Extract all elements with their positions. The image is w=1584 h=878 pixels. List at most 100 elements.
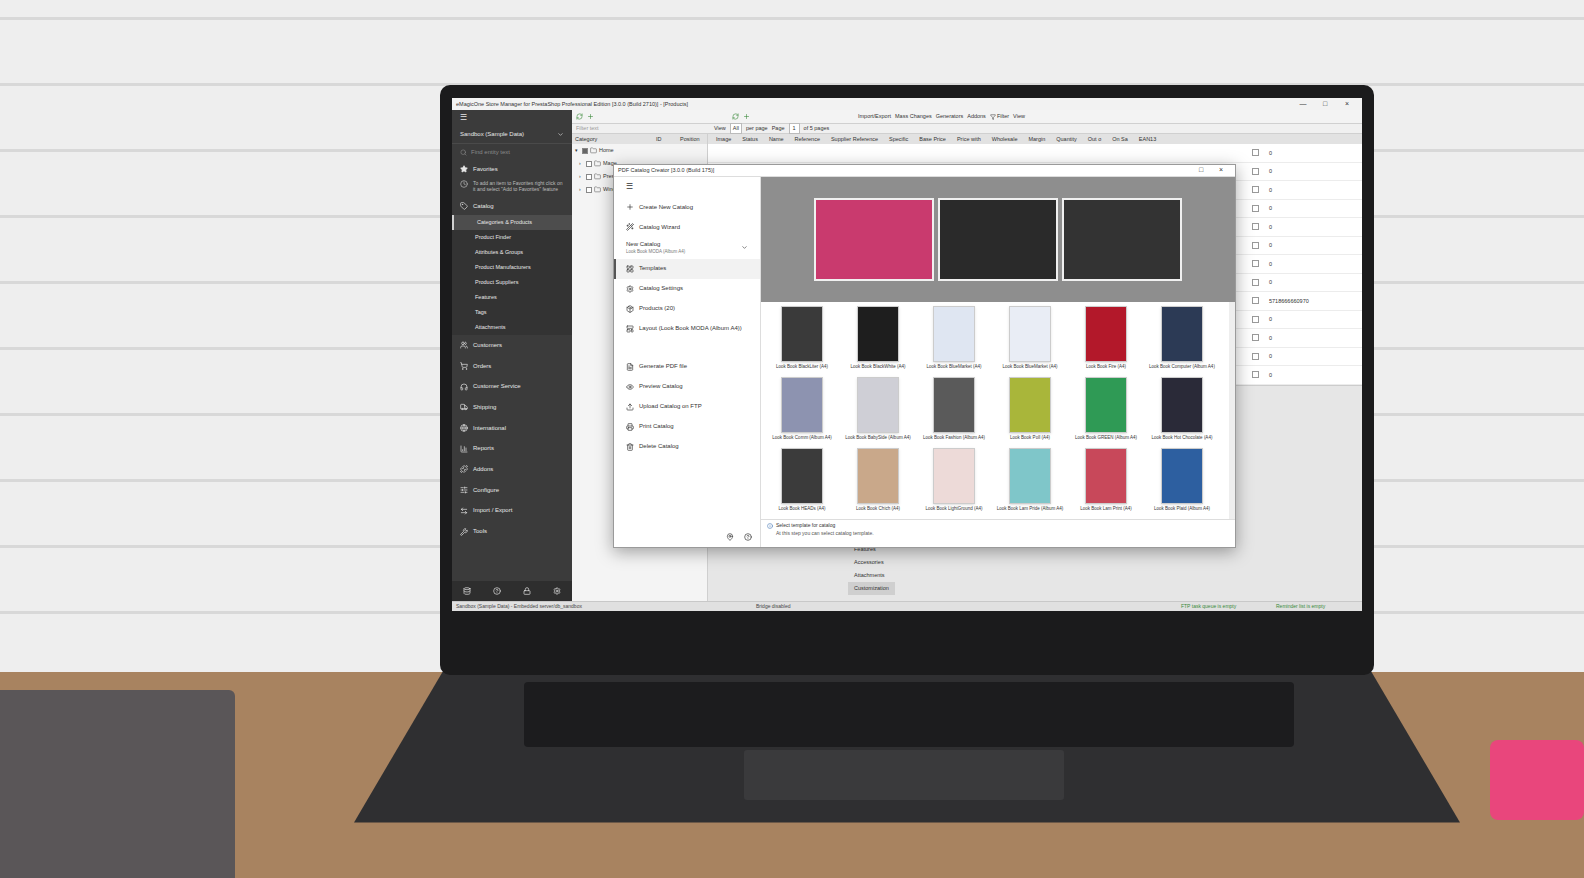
toolbar-button[interactable]: Import/Export	[858, 112, 891, 120]
category-checkbox[interactable]	[586, 161, 592, 167]
filter-field[interactable]: Filter text	[576, 124, 686, 132]
row-checkbox[interactable]	[1252, 371, 1259, 378]
dialog-window-control[interactable]: □	[1191, 165, 1211, 176]
grid-row[interactable]: 0	[708, 144, 1362, 163]
grid-column[interactable]: EAN13	[1139, 135, 1156, 143]
refresh-icon[interactable]	[732, 113, 739, 120]
dialog-step[interactable]: Templates	[614, 259, 760, 279]
grid-column[interactable]: Image	[716, 135, 731, 143]
row-checkbox[interactable]	[1252, 260, 1259, 267]
row-checkbox[interactable]	[1252, 205, 1259, 212]
dialog-menu-icon[interactable]: ☰	[614, 183, 760, 191]
toolbar-button[interactable]: Filter	[990, 112, 1009, 120]
sidebar-section[interactable]: Customers	[452, 335, 572, 356]
dialog-action[interactable]: Upload Catalog on FTP	[614, 397, 760, 417]
category-checkbox[interactable]	[582, 148, 588, 154]
grid-column[interactable]: Margin	[1028, 135, 1045, 143]
sidebar-section[interactable]: International	[452, 418, 572, 439]
row-checkbox[interactable]	[1252, 297, 1259, 304]
template-card[interactable]: Look Book Plaid (Album A4)	[1145, 448, 1219, 515]
detail-tab[interactable]: Attachments	[848, 569, 895, 582]
toolbar-button[interactable]: View	[1013, 112, 1025, 120]
sidebar-section[interactable]: Tools	[452, 521, 572, 542]
catalog-selector[interactable]: New CatalogLook Book MODA (Album A4)	[614, 237, 760, 259]
catalog-item[interactable]: Attachments	[452, 320, 572, 335]
grid-column[interactable]: Status	[742, 135, 758, 143]
template-card[interactable]: Look Book HEADs (A4)	[765, 448, 839, 515]
add-icon[interactable]	[587, 113, 594, 120]
dialog-action[interactable]: Generate PDF file	[614, 357, 760, 377]
catalog-section[interactable]: Catalog	[452, 197, 572, 215]
grid-column[interactable]: Price with	[957, 135, 981, 143]
window-control[interactable]: □	[1314, 99, 1336, 110]
template-card[interactable]: Look Book Hot Chocolate (A4)	[1145, 377, 1219, 444]
catalog-item[interactable]: Tags	[452, 305, 572, 320]
grid-column[interactable]: Quantity	[1056, 135, 1076, 143]
catalog-item[interactable]: Attributes & Groups	[452, 245, 572, 260]
template-card[interactable]: Look Book Fashion (Album A4)	[917, 377, 991, 444]
window-control[interactable]: —	[1292, 99, 1314, 110]
toolbar-button[interactable]: Generators	[936, 112, 964, 120]
template-card[interactable]: Look Book Chich (A4)	[841, 448, 915, 515]
template-card[interactable]: Look Book Computer (Album A4)	[1145, 306, 1219, 373]
grid-column[interactable]: On Sa	[1112, 135, 1128, 143]
template-card[interactable]: Look Book Poll (A4)	[993, 377, 1067, 444]
sidebar-section[interactable]: Configure	[452, 480, 572, 501]
grid-column[interactable]: Reference	[795, 135, 820, 143]
pin-icon[interactable]	[726, 533, 734, 541]
sidebar-section[interactable]: Customer Service	[452, 376, 572, 397]
sidebar-section[interactable]: Shipping	[452, 397, 572, 418]
template-card[interactable]: Look Book Lam Pride (Album A4)	[993, 448, 1067, 515]
grid-column[interactable]: Name	[769, 135, 784, 143]
catalog-item[interactable]: Categories & Products	[452, 215, 572, 230]
dialog-action[interactable]: Preview Catalog	[614, 377, 760, 397]
row-checkbox[interactable]	[1252, 223, 1259, 230]
grid-column[interactable]: Supplier Reference	[831, 135, 878, 143]
toolbar-button[interactable]: Addons	[967, 112, 986, 120]
sidebar-section[interactable]: Import / Export	[452, 501, 572, 522]
template-card[interactable]: Look Book Comm (Album A4)	[765, 377, 839, 444]
row-checkbox[interactable]	[1252, 242, 1259, 249]
template-card[interactable]: Look Book Fire (A4)	[1069, 306, 1143, 373]
dialog-step[interactable]: Catalog Settings	[614, 279, 760, 299]
grid-column[interactable]: Specific	[889, 135, 908, 143]
row-checkbox[interactable]	[1252, 149, 1259, 156]
template-card[interactable]: Look Book BlueMarket (A4)	[917, 306, 991, 373]
template-card[interactable]: Look Book Lam Print (A4)	[1069, 448, 1143, 515]
help-icon[interactable]	[493, 587, 501, 595]
template-card[interactable]: Look Book LightGround (A4)	[917, 448, 991, 515]
lock-icon[interactable]	[523, 587, 531, 595]
template-card[interactable]: Look Book GREEN (Album A4)	[1069, 377, 1143, 444]
grid-column[interactable]: Base Price	[919, 135, 946, 143]
entity-search[interactable]: Find entity text	[452, 144, 572, 160]
grid-column[interactable]: Wholesale	[992, 135, 1018, 143]
view-select[interactable]: All	[730, 123, 742, 133]
settings-icon[interactable]	[553, 587, 561, 595]
row-checkbox[interactable]	[1252, 334, 1259, 341]
menu-icon[interactable]: ☰	[460, 114, 467, 122]
dialog-step[interactable]: Layout (Look Book MODA (Album A4))	[614, 319, 760, 339]
row-checkbox[interactable]	[1252, 168, 1259, 175]
catalog-item[interactable]: Product Manufacturers	[452, 260, 572, 275]
detail-tab[interactable]: Accessories	[848, 556, 895, 569]
row-checkbox[interactable]	[1252, 353, 1259, 360]
catalog-item[interactable]: Features	[452, 290, 572, 305]
window-control[interactable]: ×	[1336, 99, 1358, 110]
row-checkbox[interactable]	[1252, 316, 1259, 323]
dialog-step[interactable]: Products (20)	[614, 299, 760, 319]
category-checkbox[interactable]	[586, 174, 592, 180]
sidebar-section[interactable]: Addons	[452, 459, 572, 480]
add-icon[interactable]	[743, 113, 750, 120]
row-checkbox[interactable]	[1252, 279, 1259, 286]
help-icon[interactable]	[744, 533, 752, 541]
dialog-action[interactable]: Print Catalog	[614, 417, 760, 437]
page-field[interactable]: 1	[789, 123, 800, 133]
sidebar-section[interactable]: Reports	[452, 438, 572, 459]
database-icon[interactable]	[463, 587, 471, 595]
dialog-window-control[interactable]: ×	[1211, 165, 1231, 176]
toolbar-button[interactable]: Mass Changes	[895, 112, 932, 120]
detail-tab[interactable]: Customization	[848, 582, 895, 595]
favorites-item[interactable]: Favorites	[452, 160, 572, 178]
category-row[interactable]: ▾Home	[572, 144, 707, 157]
dialog-nav-item[interactable]: Create New Catalog	[614, 197, 760, 217]
